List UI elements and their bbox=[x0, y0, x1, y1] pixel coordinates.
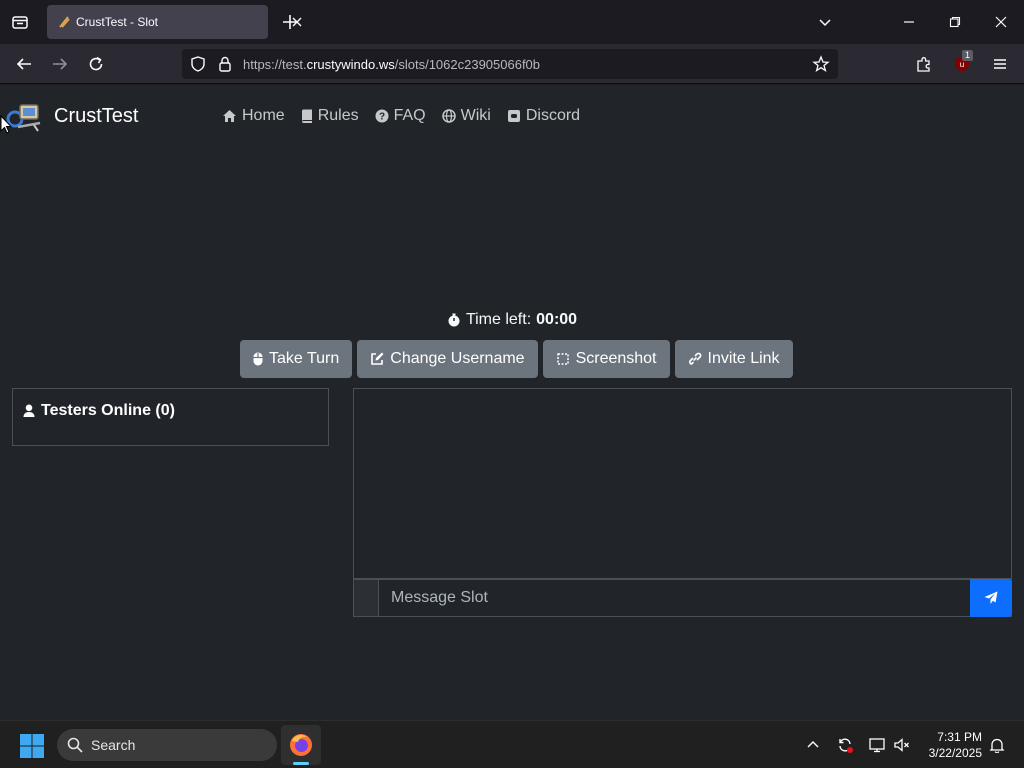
clock-time: 7:31 PM bbox=[937, 730, 982, 744]
minimize-icon[interactable] bbox=[899, 12, 919, 32]
nav-home-label: Home bbox=[242, 107, 285, 124]
browser-tab[interactable]: CrustTest - Slot bbox=[47, 5, 302, 39]
book-icon bbox=[301, 109, 312, 123]
reload-icon[interactable] bbox=[86, 54, 106, 74]
nav-discord[interactable]: Discord bbox=[507, 107, 580, 125]
send-button[interactable] bbox=[970, 579, 1012, 617]
nav-rules[interactable]: Rules bbox=[301, 107, 359, 125]
mouse-icon bbox=[253, 352, 263, 366]
taskbar-firefox[interactable] bbox=[281, 725, 321, 765]
tab-overflow-chevron-icon[interactable] bbox=[815, 12, 835, 32]
active-app-indicator bbox=[293, 762, 309, 765]
slot-actions: Take Turn Change Username Screenshot Inv… bbox=[240, 340, 793, 378]
testers-online-heading: Testers Online (0) bbox=[41, 402, 175, 419]
tracking-protection-shield-icon[interactable] bbox=[189, 55, 207, 73]
forward-icon[interactable] bbox=[50, 54, 70, 74]
browser-toolbar: https://test.crustywindo.ws/slots/1062c2… bbox=[0, 44, 1024, 84]
testers-online-panel: Testers Online (0) bbox=[12, 388, 329, 446]
notifications-bell-icon[interactable] bbox=[988, 736, 1006, 754]
new-tab-icon[interactable] bbox=[280, 12, 300, 32]
taskbar-search[interactable]: Search bbox=[57, 729, 277, 761]
invite-link-button[interactable]: Invite Link bbox=[674, 340, 793, 378]
link-icon bbox=[688, 352, 701, 365]
address-bar[interactable]: https://test.crustywindo.ws/slots/1062c2… bbox=[182, 49, 838, 79]
page-content: CrustTest Home Rules ? FAQ Wiki Discord … bbox=[0, 85, 1024, 720]
take-turn-label: Take Turn bbox=[269, 350, 340, 367]
network-icon[interactable] bbox=[868, 736, 886, 754]
search-icon bbox=[67, 737, 83, 753]
chat-input-group: Message Slot bbox=[353, 579, 1012, 617]
send-icon bbox=[984, 591, 998, 604]
time-left-value: 00:00 bbox=[536, 311, 578, 328]
change-username-label: Change Username bbox=[390, 350, 525, 367]
nav-home[interactable]: Home bbox=[222, 107, 285, 125]
globe-icon bbox=[441, 109, 456, 123]
question-circle-icon: ? bbox=[375, 109, 389, 123]
change-username-button[interactable]: Change Username bbox=[357, 340, 538, 378]
time-left: Time left: 00:00 bbox=[0, 311, 1024, 332]
screenshot-button[interactable]: Screenshot bbox=[542, 340, 670, 378]
svg-text:?: ? bbox=[379, 112, 385, 123]
svg-text:u: u bbox=[960, 60, 964, 69]
restore-icon[interactable] bbox=[945, 12, 965, 32]
menu-hamburger-icon[interactable] bbox=[990, 54, 1010, 74]
sync-alert-icon[interactable] bbox=[836, 736, 854, 754]
brand-name: CrustTest bbox=[54, 104, 139, 127]
bookmark-star-icon[interactable] bbox=[812, 55, 830, 73]
extension-badge: 1 bbox=[962, 50, 974, 61]
home-icon bbox=[223, 110, 236, 122]
list-all-tabs-icon[interactable] bbox=[8, 10, 32, 34]
browser-tab-bar: CrustTest - Slot bbox=[0, 0, 1024, 44]
clock-date: 3/22/2025 bbox=[928, 746, 982, 760]
lock-icon[interactable] bbox=[216, 55, 234, 73]
window-close-icon[interactable] bbox=[991, 12, 1011, 32]
nav-rules-label: Rules bbox=[317, 107, 359, 124]
windows-start-icon[interactable] bbox=[20, 734, 44, 758]
discord-icon bbox=[507, 110, 520, 122]
firefox-icon bbox=[290, 734, 312, 756]
volume-muted-icon[interactable] bbox=[893, 736, 911, 754]
chat-input-prefix bbox=[354, 580, 379, 616]
screenshot-label: Screenshot bbox=[575, 350, 657, 367]
screenshot-icon bbox=[556, 353, 569, 365]
nav-discord-label: Discord bbox=[525, 107, 581, 124]
taskbar-search-placeholder: Search bbox=[91, 737, 136, 753]
time-left-label: Time left: bbox=[465, 311, 532, 328]
chat-log[interactable] bbox=[353, 388, 1012, 579]
nav-wiki-label: Wiki bbox=[460, 107, 491, 124]
edit-icon bbox=[371, 352, 384, 365]
take-turn-button[interactable]: Take Turn bbox=[240, 340, 353, 378]
mouse-cursor-icon bbox=[0, 115, 12, 134]
stopwatch-icon bbox=[448, 313, 460, 327]
site-favicon-icon bbox=[59, 16, 70, 28]
message-input[interactable]: Message Slot bbox=[379, 580, 970, 616]
taskbar-clock[interactable]: 7:31 PM 3/22/2025 bbox=[918, 729, 982, 761]
show-hidden-icons-chevron-icon[interactable] bbox=[804, 736, 822, 754]
extensions-puzzle-icon[interactable] bbox=[914, 54, 934, 74]
nav-faq[interactable]: ? FAQ bbox=[375, 107, 426, 125]
nav-faq-label: FAQ bbox=[393, 107, 426, 124]
windows-taskbar: Search 7:31 PM 3/22/2025 bbox=[0, 720, 1024, 768]
nav-wiki[interactable]: Wiki bbox=[441, 107, 491, 125]
site-brand[interactable]: CrustTest bbox=[6, 99, 138, 133]
url-text[interactable]: https://test.crustywindo.ws/slots/1062c2… bbox=[243, 57, 540, 72]
back-icon[interactable] bbox=[14, 54, 34, 74]
invite-link-label: Invite Link bbox=[707, 350, 780, 367]
site-nav: Home Rules ? FAQ Wiki Discord bbox=[222, 107, 580, 125]
user-icon bbox=[23, 404, 35, 417]
tab-title: CrustTest - Slot bbox=[76, 15, 159, 29]
